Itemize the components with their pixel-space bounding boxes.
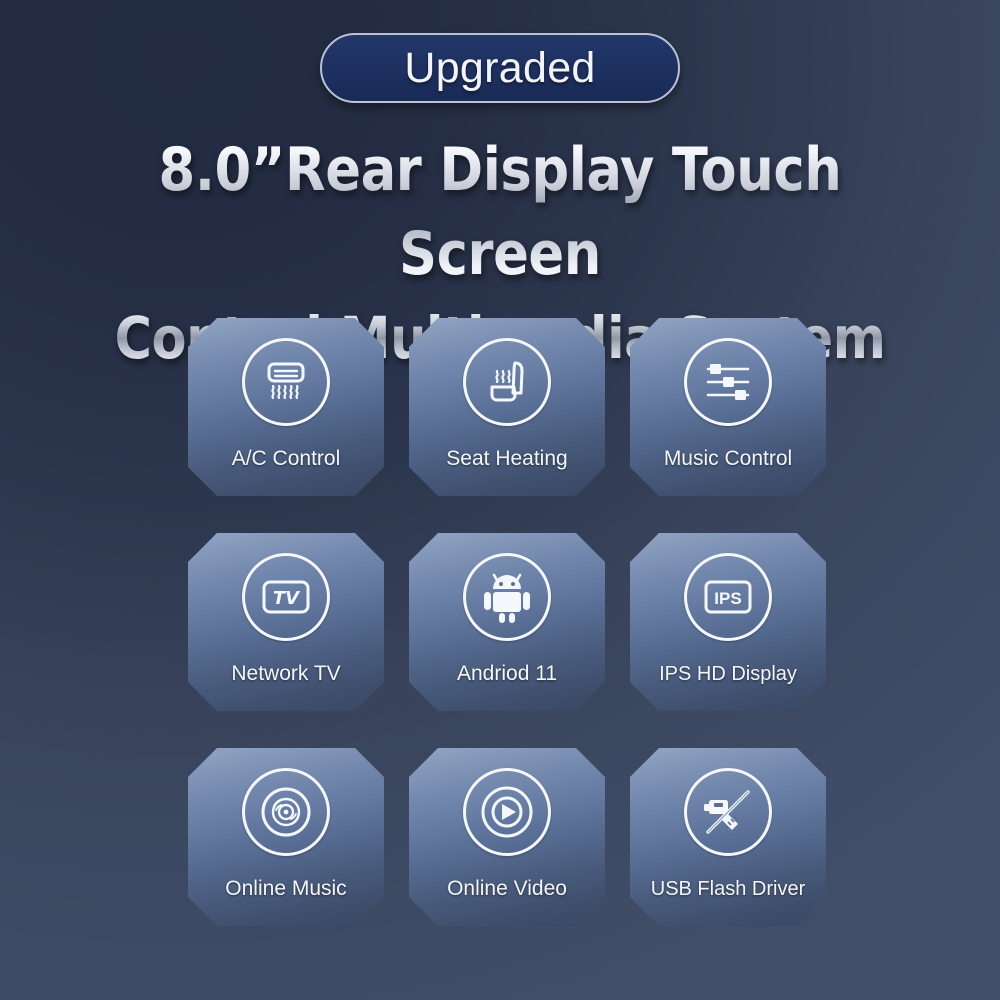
air-conditioner-icon <box>267 362 305 400</box>
feature-tile-equalizer-sliders[interactable]: Music Control <box>630 318 826 496</box>
feature-tile-label: Music Control <box>663 447 793 470</box>
icon-circle <box>242 338 330 426</box>
icon-circle <box>463 768 551 856</box>
upgraded-badge-label: Upgraded <box>404 43 596 92</box>
feature-tile-heated-seat[interactable]: Seat Heating <box>409 318 605 496</box>
play-button-icon <box>481 786 533 838</box>
feature-tile-usb-flash-drive[interactable]: USB Flash Driver <box>630 748 826 926</box>
android-robot-icon <box>482 573 532 625</box>
feature-tile-label: A/C Control <box>231 447 341 470</box>
feature-tile-label: Seat Heating <box>446 447 568 470</box>
feature-tile-play-button[interactable]: Online Video <box>409 748 605 926</box>
ips-screen-icon <box>704 580 752 614</box>
feature-tile-label: IPS HD Display <box>659 663 797 685</box>
icon-circle <box>684 768 772 856</box>
usb-flash-drive-icon <box>702 790 750 834</box>
icon-circle <box>684 553 772 641</box>
feature-grid: A/C Control Seat Heating Music Control Netw… <box>188 318 826 926</box>
icon-circle <box>242 768 330 856</box>
feature-tile-label: Andriod 11 <box>456 662 558 685</box>
upgraded-badge: Upgraded <box>320 33 680 103</box>
feature-tile-vinyl-disc[interactable]: Online Music <box>188 748 384 926</box>
vinyl-disc-icon <box>261 787 311 837</box>
badge-container: Upgraded <box>0 33 1000 103</box>
icon-circle <box>463 338 551 426</box>
headline-line-1: 8.0”Rear Display Touch Screen <box>60 128 940 296</box>
feature-tile-label: USB Flash Driver <box>650 878 806 900</box>
heated-seat-icon <box>490 361 524 402</box>
tv-screen-icon <box>262 580 310 614</box>
feature-tile-label: Network TV <box>231 662 341 685</box>
equalizer-sliders-icon <box>706 362 750 402</box>
feature-tile-ips-screen[interactable]: IPS HD Display <box>630 533 826 711</box>
feature-tile-air-conditioner[interactable]: A/C Control <box>188 318 384 496</box>
icon-circle <box>463 553 551 641</box>
feature-tile-label: Online Music <box>225 877 347 900</box>
icon-circle <box>242 553 330 641</box>
feature-tile-tv-screen[interactable]: Network TV <box>188 533 384 711</box>
feature-tile-android-robot[interactable]: Andriod 11 <box>409 533 605 711</box>
icon-circle <box>684 338 772 426</box>
feature-tile-label: Online Video <box>447 877 567 900</box>
